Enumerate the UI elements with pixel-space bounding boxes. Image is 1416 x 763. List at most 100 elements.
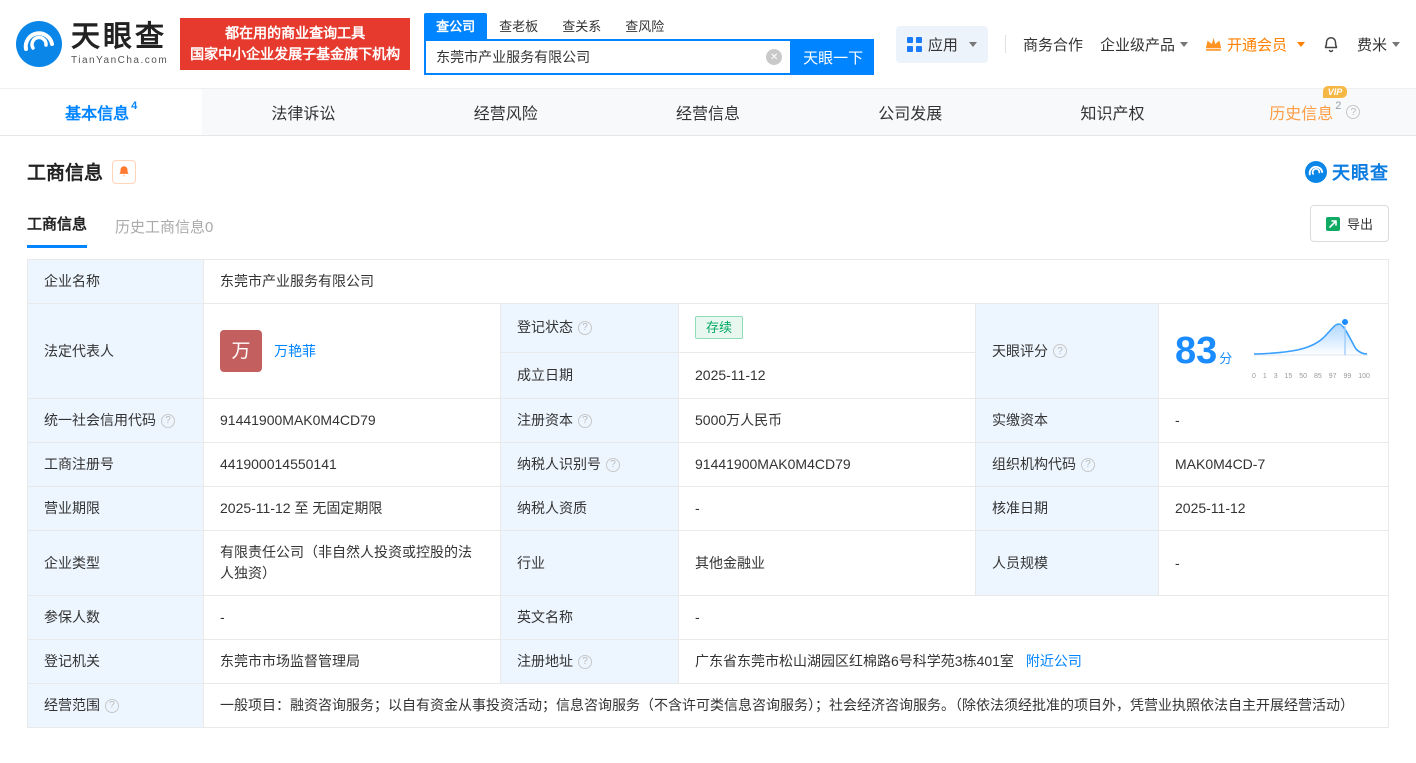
- chevron-down-icon: [1392, 41, 1400, 47]
- table-row: 企业名称 东莞市产业服务有限公司: [27, 259, 1389, 304]
- notifications-bell-icon[interactable]: [1322, 35, 1340, 54]
- help-icon[interactable]: [578, 320, 592, 335]
- english-name-value: -: [678, 595, 1389, 640]
- export-icon: [1325, 216, 1340, 231]
- reg-address-label: 注册地址: [500, 639, 679, 684]
- tab-label: 法律诉讼: [271, 106, 336, 123]
- user-account-menu[interactable]: 费米: [1357, 34, 1400, 55]
- insured-count-value: -: [203, 595, 501, 640]
- tab-count: 2: [1335, 100, 1342, 112]
- search-input[interactable]: [436, 49, 767, 65]
- help-icon[interactable]: [578, 654, 592, 669]
- tab-operational-risk[interactable]: 经营风险: [405, 89, 607, 135]
- legal-rep-cell: 万 万艳菲: [203, 303, 501, 399]
- crown-icon: [1205, 38, 1222, 51]
- enterprise-products-menu[interactable]: 企业级产品: [1100, 34, 1188, 55]
- help-icon[interactable]: [105, 698, 119, 713]
- staff-size-label: 人员规模: [975, 530, 1159, 596]
- tab-basic-info[interactable]: 基本信息 4: [0, 89, 203, 135]
- tab-label: 经营风险: [473, 106, 538, 123]
- reg-address-cell: 广东省东莞市松山湖园区红棉路6号科学苑3栋401室 附近公司: [678, 639, 1389, 684]
- tab-legal-proceedings[interactable]: 法律诉讼: [202, 89, 404, 135]
- help-icon[interactable]: [1081, 457, 1095, 472]
- help-icon[interactable]: [161, 413, 175, 428]
- tab-company-development[interactable]: 公司发展: [809, 89, 1011, 135]
- taxpayer-id-value: 91441900MAK0M4CD79: [678, 442, 976, 487]
- table-row: 统一社会信用代码 91441900MAK0M4CD79 注册资本 5000万人民…: [27, 398, 1389, 443]
- search-tab-boss[interactable]: 查老板: [487, 13, 550, 39]
- tianyancha-swirl-icon: [16, 21, 62, 67]
- apps-menu[interactable]: 应用: [895, 25, 988, 63]
- tab-label: 历史信息: [1269, 106, 1334, 123]
- tianyancha-logo[interactable]: 天眼查 TianYanCha.com: [16, 21, 168, 67]
- score-label: 天眼评分: [975, 303, 1159, 399]
- score-unit: 分: [1219, 351, 1233, 366]
- business-coop-link[interactable]: 商务合作: [1023, 34, 1083, 55]
- main-content: 工商信息 天眼查 工商信息 历史工商信息0 导出 企业名称 东莞市产业服务有限公…: [0, 158, 1416, 728]
- enterprise-products-label: 企业级产品: [1099, 36, 1175, 54]
- legal-rep-avatar[interactable]: 万: [220, 330, 262, 372]
- company-type-label: 企业类型: [27, 530, 204, 596]
- business-term-value: 2025-11-12 至 无固定期限: [203, 486, 501, 531]
- tab-label: 经营信息: [675, 106, 740, 123]
- score-value: 83: [1175, 330, 1218, 372]
- user-name: 费米: [1356, 36, 1387, 54]
- insured-count-label: 参保人数: [27, 595, 204, 640]
- search-tab-relation[interactable]: 查关系: [550, 13, 613, 39]
- industry-label: 行业: [500, 530, 679, 596]
- reg-status-label: 登记状态: [500, 303, 679, 353]
- table-row: 参保人数 - 英文名称 -: [27, 595, 1389, 640]
- apps-label: 应用: [927, 36, 958, 54]
- org-code-value: MAK0M4CD-7: [1158, 442, 1389, 487]
- tab-label: 基本信息: [65, 106, 130, 123]
- help-icon[interactable]: [1053, 344, 1067, 358]
- chevron-down-icon: [968, 41, 977, 47]
- help-icon[interactable]: [1346, 105, 1361, 119]
- help-icon[interactable]: [606, 457, 620, 472]
- table-row: 工商注册号 441900014550141 纳税人识别号 91441900MAK…: [27, 442, 1389, 487]
- top-header: 天眼查 TianYanCha.com 都在用的商业查询工具 国家中小企业发展子基…: [0, 0, 1416, 88]
- export-button[interactable]: 导出: [1309, 205, 1389, 242]
- paid-capital-label: 实缴资本: [975, 398, 1159, 443]
- tab-label: 知识产权: [1080, 106, 1145, 123]
- search-button[interactable]: 天眼一下: [792, 39, 875, 75]
- credit-code-label: 统一社会信用代码: [27, 398, 204, 443]
- reg-number-label: 工商注册号: [27, 442, 204, 487]
- table-row: 营业期限 2025-11-12 至 无固定期限 纳税人资质 - 核准日期 202…: [27, 486, 1389, 531]
- subtab-business-registration[interactable]: 工商信息: [27, 213, 88, 248]
- export-label: 导出: [1346, 217, 1373, 232]
- reg-address-value: 广东省东莞市松山湖园区红棉路6号科学苑3栋401室: [695, 653, 1014, 669]
- status-badge: 存续: [695, 316, 744, 340]
- promo-banner: 都在用的商业查询工具 国家中小企业发展子基金旗下机构: [180, 18, 411, 70]
- search-type-tabs: 查公司 查老板 查关系 查风险: [424, 13, 874, 39]
- business-scope-label: 经营范围: [27, 683, 204, 728]
- company-type-value: 有限责任公司（非自然人投资或控股的法人独资）: [203, 530, 501, 596]
- reg-capital-label: 注册资本: [500, 398, 679, 443]
- tab-history-info[interactable]: 历史信息 VIP 2: [1214, 86, 1416, 135]
- search-tab-risk[interactable]: 查风险: [613, 13, 676, 39]
- tab-business-info[interactable]: 经营信息: [607, 89, 809, 135]
- monitor-bell-icon[interactable]: [112, 159, 137, 184]
- table-row: 经营范围 一般项目：融资咨询服务；以自有资金从事投资活动；信息咨询服务（不含许可…: [27, 683, 1389, 728]
- score-cell: 83 分 0 1 3 15 50 85 97 99 100: [1158, 303, 1389, 399]
- grid-apps-icon: [906, 36, 922, 52]
- help-icon[interactable]: [578, 413, 592, 428]
- taxpayer-quality-value: -: [678, 486, 976, 531]
- reg-status-cell: 存续: [678, 303, 976, 353]
- paid-capital-value: -: [1158, 398, 1389, 443]
- search-area: 查公司 查老板 查关系 查风险 天眼一下: [424, 13, 875, 75]
- open-vip-menu[interactable]: 开通会员: [1205, 34, 1305, 55]
- legal-rep-link[interactable]: 万艳菲: [274, 341, 316, 362]
- table-row: 登记机关 东莞市市场监督管理局 注册地址 广东省东莞市松山湖园区红棉路6号科学苑…: [27, 639, 1389, 684]
- clear-search-icon[interactable]: [766, 49, 783, 65]
- nearby-companies-link[interactable]: 附近公司: [1026, 653, 1082, 669]
- org-code-label: 组织机构代码: [975, 442, 1159, 487]
- search-tab-company[interactable]: 查公司: [424, 13, 488, 39]
- score-distribution-chart: 0 1 3 15 50 85 97 99 100: [1252, 315, 1372, 387]
- open-vip-label: 开通会员: [1226, 36, 1287, 54]
- subtab-history-registration[interactable]: 历史工商信息0: [115, 216, 213, 248]
- business-term-label: 营业期限: [27, 486, 204, 531]
- logo-domain: TianYanCha.com: [71, 54, 169, 66]
- registration-authority-value: 东莞市市场监督管理局: [203, 639, 501, 684]
- tab-intellectual-property[interactable]: 知识产权: [1011, 89, 1213, 135]
